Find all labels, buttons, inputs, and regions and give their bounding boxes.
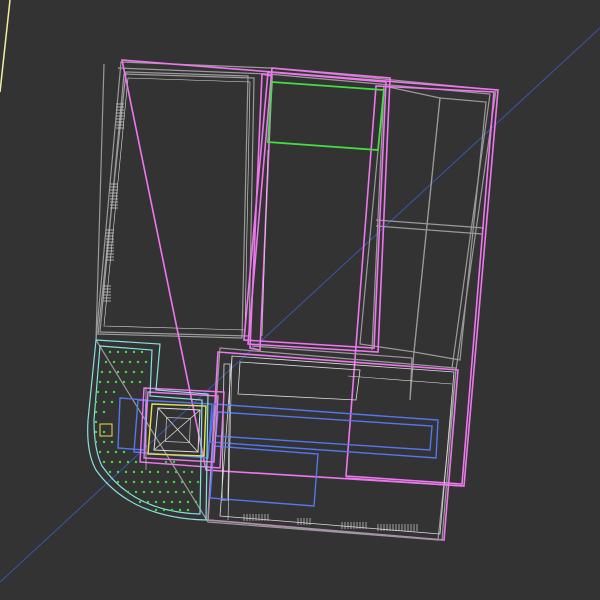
floor-plan-drawing [0,0,600,600]
drawing-background [0,0,600,600]
cad-viewport[interactable] [0,0,600,600]
